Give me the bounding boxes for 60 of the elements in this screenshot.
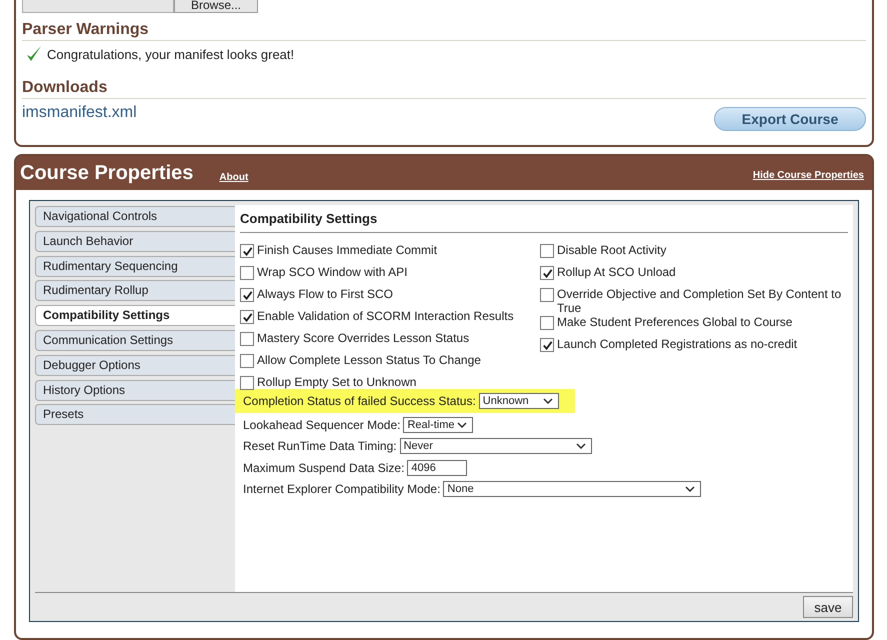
file-input-field[interactable] (22, 0, 174, 13)
dropdown[interactable]: Real-time (403, 416, 474, 432)
field-label: Lookahead Sequencer Mode: (243, 418, 400, 432)
dropdown[interactable]: Unknown (478, 393, 559, 409)
section-title: Compatibility Settings (240, 209, 848, 233)
checkbox-label: Make Student Preferences Global to Course (557, 315, 792, 329)
sidebar-tab[interactable]: Communication Settings (35, 330, 235, 351)
sidebar-tab[interactable]: Rudimentary Sequencing (35, 256, 235, 277)
checkbox-label: Disable Root Activity (557, 243, 666, 257)
checkbox[interactable] (540, 338, 554, 352)
section-heading: Parser Warnings (22, 21, 866, 41)
hide-link[interactable]: Hide Course Properties (752, 170, 864, 180)
chevron-down-icon (576, 443, 586, 449)
checkmark-icon (26, 45, 42, 63)
checkbox-label: Finish Causes Immediate Commit (257, 243, 438, 257)
chevron-down-icon (457, 422, 468, 428)
sidebar-tab[interactable]: History Options (35, 380, 235, 401)
checkbox-label: Always Flow to First SCO (257, 287, 394, 301)
chevron-down-icon (685, 486, 696, 492)
checkbox[interactable] (240, 266, 254, 280)
checkbox-label: Rollup At SCO Unload (557, 265, 676, 279)
sidebar-tab[interactable]: Compatibility Settings (35, 305, 235, 326)
dropdown[interactable]: Never (400, 438, 592, 454)
section-heading: Downloads (22, 79, 866, 99)
checkbox-label: Override Objective and Completion Set By Content to True (557, 287, 842, 315)
field-label: Reset RunTime Data Timing: (243, 439, 397, 453)
dropdown[interactable]: None (443, 481, 702, 497)
checkbox[interactable] (240, 288, 254, 302)
checkbox[interactable] (240, 376, 254, 390)
checkbox[interactable] (540, 288, 554, 302)
checkbox-label: Wrap SCO Window with API (257, 265, 408, 279)
save-button[interactable]: save (803, 596, 853, 618)
input-field[interactable]: 4096 (407, 460, 468, 476)
field-label: Internet Explorer Compatibility Mode: (243, 482, 440, 496)
checkbox[interactable] (540, 316, 554, 330)
checkbox-label: Enable Validation of SCORM Interaction Results (257, 309, 514, 323)
about-link[interactable]: About (219, 172, 248, 182)
checkbox[interactable] (240, 310, 254, 324)
sidebar-tab[interactable]: Presets (35, 404, 235, 426)
checkbox-label: Rollup Empty Set to Unknown (257, 375, 416, 389)
export-button[interactable]: Export Course (714, 107, 866, 131)
sidebar-tab[interactable]: Debugger Options (35, 354, 235, 376)
checkbox[interactable] (240, 244, 254, 258)
field-label: Maximum Suspend Data Size: (243, 460, 404, 474)
chevron-down-icon (542, 398, 553, 404)
checkbox-label: Launch Completed Registrations as no-credit (557, 337, 798, 351)
file-link[interactable]: imsmanifest.xml (22, 104, 137, 121)
panel-title: Course Properties (20, 162, 194, 184)
checkbox-label: Allow Complete Lesson Status To Change (257, 353, 481, 367)
message-text: Congratulations, your manifest looks great! (47, 46, 294, 62)
checkbox[interactable] (540, 266, 554, 280)
browse-button[interactable]: Browse... (174, 0, 258, 13)
field-label: Completion Status of failed Success Status: (243, 394, 476, 408)
checkbox-label: Mastery Score Overrides Lesson Status (257, 331, 470, 345)
sidebar-tab[interactable]: Navigational Controls (35, 206, 235, 227)
checkbox[interactable] (540, 244, 554, 258)
sidebar-tab[interactable]: Rudimentary Rollup (35, 280, 235, 302)
sidebar-tab[interactable]: Launch Behavior (35, 230, 235, 252)
checkbox[interactable] (240, 332, 254, 346)
checkbox[interactable] (240, 354, 254, 368)
